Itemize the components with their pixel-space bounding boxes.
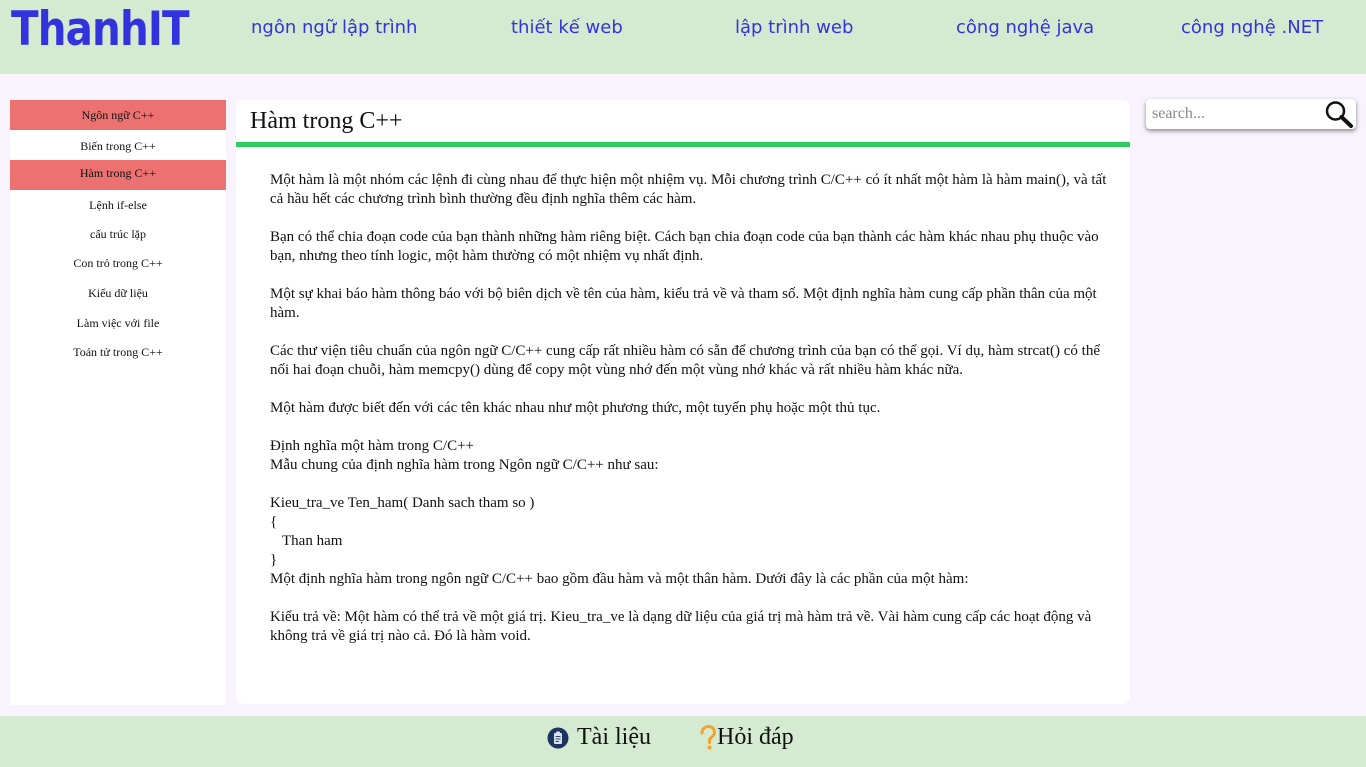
- sidebar-item-pointers[interactable]: Con trỏ trong C++: [10, 254, 226, 272]
- footer-qa-label: Hỏi đáp: [717, 724, 794, 750]
- paragraph: Một sự khai báo hàm thông báo với bộ biê…: [270, 286, 1097, 321]
- definition-intro: Mẫu chung của định nghĩa hàm trong Ngôn …: [270, 457, 659, 473]
- article-body: Một hàm là một nhóm các lệnh đi cùng nha…: [270, 171, 1110, 665]
- paragraph: Các thư viện tiêu chuẩn của ngôn ngữ C/C…: [270, 343, 1100, 378]
- code-signature: Kieu_tra_ve Ten_ham( Danh sach tham so ): [270, 495, 535, 511]
- return-type-paragraph: Kiểu trả về: Một hàm có thể trả về một g…: [270, 609, 1092, 644]
- site-logo[interactable]: ThanhIT: [11, 2, 190, 58]
- nav-link-java-technology[interactable]: công nghệ java: [956, 15, 1094, 41]
- sidebar-item-cpp-language[interactable]: Ngôn ngữ C++: [10, 100, 226, 130]
- sidebar-item-loops[interactable]: cấu trúc lặp: [10, 225, 226, 243]
- nav-link-web-design[interactable]: thiết kế web: [511, 15, 623, 41]
- paragraph: Một hàm là một nhóm các lệnh đi cùng nha…: [270, 172, 1107, 207]
- nav-link-web-programming[interactable]: lập trình web: [735, 15, 853, 41]
- sidebar-item-cpp-functions[interactable]: Hàm trong C++: [10, 160, 226, 190]
- search-box: [1146, 99, 1356, 129]
- site-footer: Tài liệu Hỏi đáp: [0, 716, 1366, 767]
- footer-docs-label: Tài liệu: [577, 724, 651, 750]
- code-open-brace: {: [270, 514, 278, 530]
- code-body: Than ham: [282, 533, 343, 549]
- sidebar-item-cpp-variables[interactable]: Biến trong C++: [10, 137, 226, 155]
- page-title: Hàm trong C++: [250, 108, 403, 134]
- footer-docs-link[interactable]: Tài liệu: [547, 724, 651, 751]
- after-code-text: Một định nghĩa hàm trong ngôn ngữ C/C++ …: [270, 571, 969, 587]
- sidebar-item-operators[interactable]: Toán tử trong C++: [10, 343, 226, 361]
- sidebar-item-if-else[interactable]: Lệnh if-else: [10, 196, 226, 214]
- definition-heading: Định nghĩa một hàm trong C/C++: [270, 438, 474, 454]
- site-header: ThanhIT ngôn ngữ lập trình thiết kế web …: [0, 0, 1366, 74]
- question-mark-icon: [700, 724, 717, 749]
- nav-link-dotnet-technology[interactable]: công nghệ .NET: [1181, 15, 1323, 41]
- sidebar: Ngôn ngữ C++ Biến trong C++ Hàm trong C+…: [10, 100, 226, 705]
- title-divider: [236, 142, 1130, 147]
- paragraph: Bạn có thể chia đoạn code của bạn thành …: [270, 229, 1099, 264]
- main-content: Hàm trong C++ Một hàm là một nhóm các lệ…: [236, 100, 1130, 704]
- sidebar-item-file-handling[interactable]: Làm việc với file: [10, 314, 226, 332]
- search-button[interactable]: [1324, 100, 1354, 128]
- paragraph: Một hàm được biết đến với các tên khác n…: [270, 400, 881, 416]
- footer-qa-link[interactable]: Hỏi đáp: [699, 724, 794, 751]
- clipboard-icon: [547, 727, 569, 748]
- nav-link-programming-languages[interactable]: ngôn ngữ lập trình: [251, 15, 417, 41]
- search-input[interactable]: [1152, 103, 1320, 125]
- sidebar-item-data-types[interactable]: Kiểu dữ liệu: [10, 284, 226, 302]
- code-close-brace: }: [270, 552, 278, 568]
- magnifier-icon: [1325, 101, 1353, 128]
